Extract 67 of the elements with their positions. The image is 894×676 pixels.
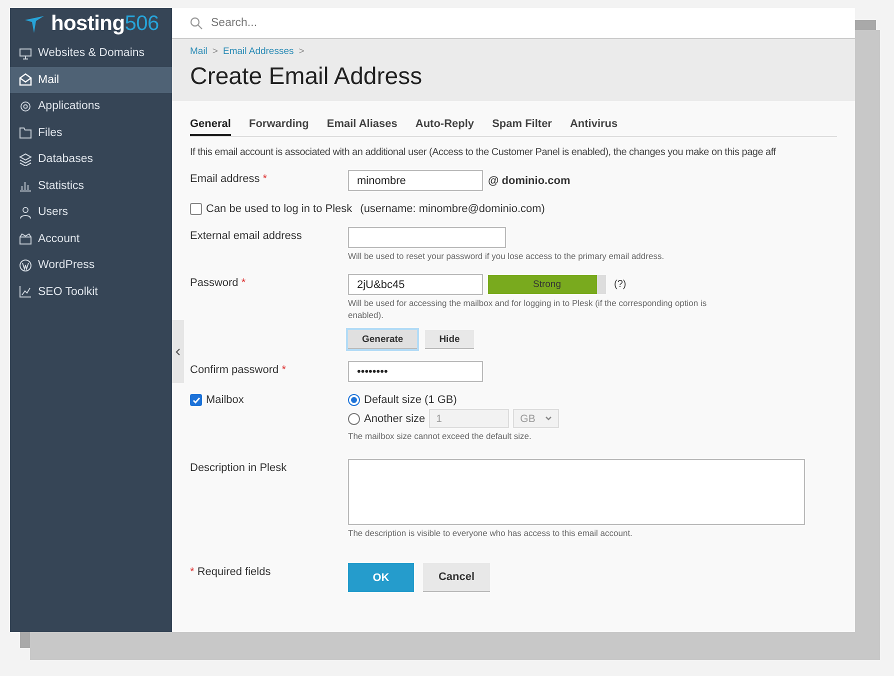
tab[interactable]: Antivirus bbox=[570, 117, 618, 136]
password-input[interactable]: 2jU&bc45 bbox=[348, 274, 483, 296]
domain-text: @ dominio.com bbox=[488, 174, 570, 186]
tab[interactable]: Email Aliases bbox=[326, 117, 398, 136]
radio-label: Another size bbox=[364, 412, 426, 425]
search-field[interactable]: Search... bbox=[209, 16, 513, 30]
gear-icon bbox=[19, 100, 32, 113]
user-icon bbox=[19, 206, 32, 219]
layers-icon bbox=[19, 152, 32, 166]
page-title: Create Email Address bbox=[190, 63, 424, 91]
cancel-button[interactable]: Cancel bbox=[423, 563, 490, 592]
checkbox[interactable] bbox=[190, 394, 202, 406]
breadcrumb-separator: > bbox=[298, 46, 304, 57]
tab[interactable]: Auto-Reply bbox=[415, 117, 474, 136]
notice-text: If this email account is associated with an additional user (Access to the Customer Panel is enabled), the changes you make on this page aff bbox=[190, 147, 777, 158]
field-label: Description in Plesk bbox=[190, 460, 288, 476]
password-button[interactable]: Hide bbox=[425, 330, 474, 350]
radio-button[interactable] bbox=[348, 394, 360, 406]
field-label: Password * bbox=[190, 276, 247, 292]
bird-logo-icon bbox=[24, 14, 45, 34]
checkbox-label: Can be used to log in to Plesk bbox=[206, 203, 352, 215]
field-label: External email address bbox=[190, 229, 303, 244]
crown-icon bbox=[19, 232, 32, 246]
confirm-password-input[interactable]: •••••••• bbox=[348, 361, 483, 382]
tab[interactable]: Spam Filter bbox=[492, 117, 552, 136]
radio-label: Default size (1 GB) bbox=[364, 394, 457, 406]
breadcrumb-separator: > bbox=[212, 46, 218, 57]
sidebar-item[interactable]: Mail bbox=[10, 66, 172, 93]
external-email-input[interactable] bbox=[348, 227, 506, 248]
hint-text: Will be used for accessing the mailbox and for logging in to Plesk (if the corresponding option is enabled). bbox=[348, 298, 708, 322]
monitor-icon bbox=[19, 46, 32, 60]
strength-label: Strong bbox=[532, 278, 562, 292]
help-link[interactable]: (?) bbox=[614, 279, 626, 290]
required-note: * Required fields bbox=[190, 565, 272, 580]
username-note: (username: minombre@dominio.com) bbox=[360, 203, 545, 215]
wordpress-icon bbox=[19, 258, 32, 272]
tab[interactable]: Forwarding bbox=[248, 117, 309, 136]
email-input[interactable]: minombre bbox=[348, 170, 483, 191]
chart-line-icon bbox=[19, 285, 32, 298]
tab[interactable]: General bbox=[190, 117, 231, 136]
hint-text: The description is visible to everyone who has access to this email account. bbox=[348, 528, 634, 540]
sidebar-item[interactable]: SEO Toolkit bbox=[10, 278, 172, 305]
sidebar-item[interactable]: Applications bbox=[10, 93, 172, 120]
checkbox-label: Mailbox bbox=[206, 394, 244, 406]
description-textarea[interactable] bbox=[348, 458, 805, 525]
sidebar-item[interactable]: Files bbox=[10, 120, 172, 146]
field-label: Email address * bbox=[190, 172, 268, 187]
search-icon bbox=[190, 16, 203, 30]
sidebar-item[interactable]: Account bbox=[10, 226, 172, 252]
hint-text: The mailbox size cannot exceed the default size. bbox=[348, 431, 532, 443]
logo-text: hosting506 bbox=[51, 12, 159, 36]
sidebar-item[interactable]: Databases bbox=[10, 146, 172, 172]
field-label: Confirm password * bbox=[190, 363, 287, 378]
radio-button[interactable] bbox=[348, 412, 360, 425]
bar-chart-icon bbox=[19, 179, 32, 192]
hint-text: Will be used to reset your password if you lose access to the primary email address. bbox=[348, 251, 666, 262]
caret-icon bbox=[545, 416, 552, 422]
sidebar-item[interactable]: Statistics bbox=[10, 172, 172, 199]
password-button[interactable]: Generate bbox=[348, 330, 418, 350]
sidebar-collapse-handle[interactable] bbox=[172, 320, 184, 383]
sidebar-item[interactable]: Websites & Domains bbox=[10, 40, 172, 66]
sidebar-item[interactable]: WordPress bbox=[10, 252, 172, 278]
chevron-left-icon bbox=[175, 348, 181, 356]
envelope-icon bbox=[19, 73, 32, 86]
folder-icon bbox=[19, 126, 32, 140]
checkbox[interactable] bbox=[190, 203, 202, 215]
sidebar-item[interactable]: Users bbox=[10, 199, 172, 226]
